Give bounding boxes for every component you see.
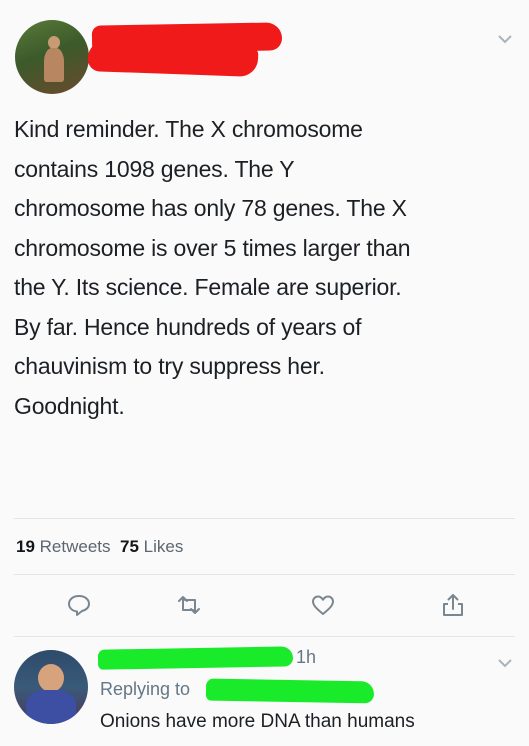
heart-icon[interactable]: [310, 592, 336, 618]
avatar-figure-body: [26, 690, 76, 724]
divider: [14, 574, 515, 575]
reply-author-avatar[interactable]: [14, 650, 88, 724]
redacted-author-handle: [87, 41, 259, 77]
chevron-down-icon[interactable]: [497, 656, 513, 672]
retweet-icon[interactable]: [174, 592, 200, 618]
author-avatar[interactable]: [15, 20, 89, 94]
share-icon[interactable]: [440, 592, 466, 618]
reply-timestamp[interactable]: 1h: [296, 647, 316, 668]
tweet-text: Kind reminder. The X chromosome contains…: [14, 116, 411, 419]
reply-icon[interactable]: [66, 592, 92, 618]
chevron-down-icon[interactable]: [497, 32, 513, 48]
like-label[interactable]: Likes: [144, 537, 184, 556]
divider: [14, 518, 515, 519]
redacted-replying-to-handle: [205, 678, 375, 704]
like-count[interactable]: 75: [120, 537, 139, 556]
divider: [14, 636, 515, 637]
avatar-figure-head: [38, 664, 64, 692]
reply-text: Onions have more DNA than humans: [100, 711, 415, 732]
avatar-figure-body: [44, 48, 64, 82]
retweet-label[interactable]: Retweets: [40, 537, 111, 556]
retweet-count[interactable]: 19: [16, 537, 35, 556]
replying-to-label: Replying to: [100, 679, 191, 699]
redacted-reply-author: [97, 646, 294, 670]
tweet-stats: 19 Retweets 75 Likes: [16, 537, 183, 557]
